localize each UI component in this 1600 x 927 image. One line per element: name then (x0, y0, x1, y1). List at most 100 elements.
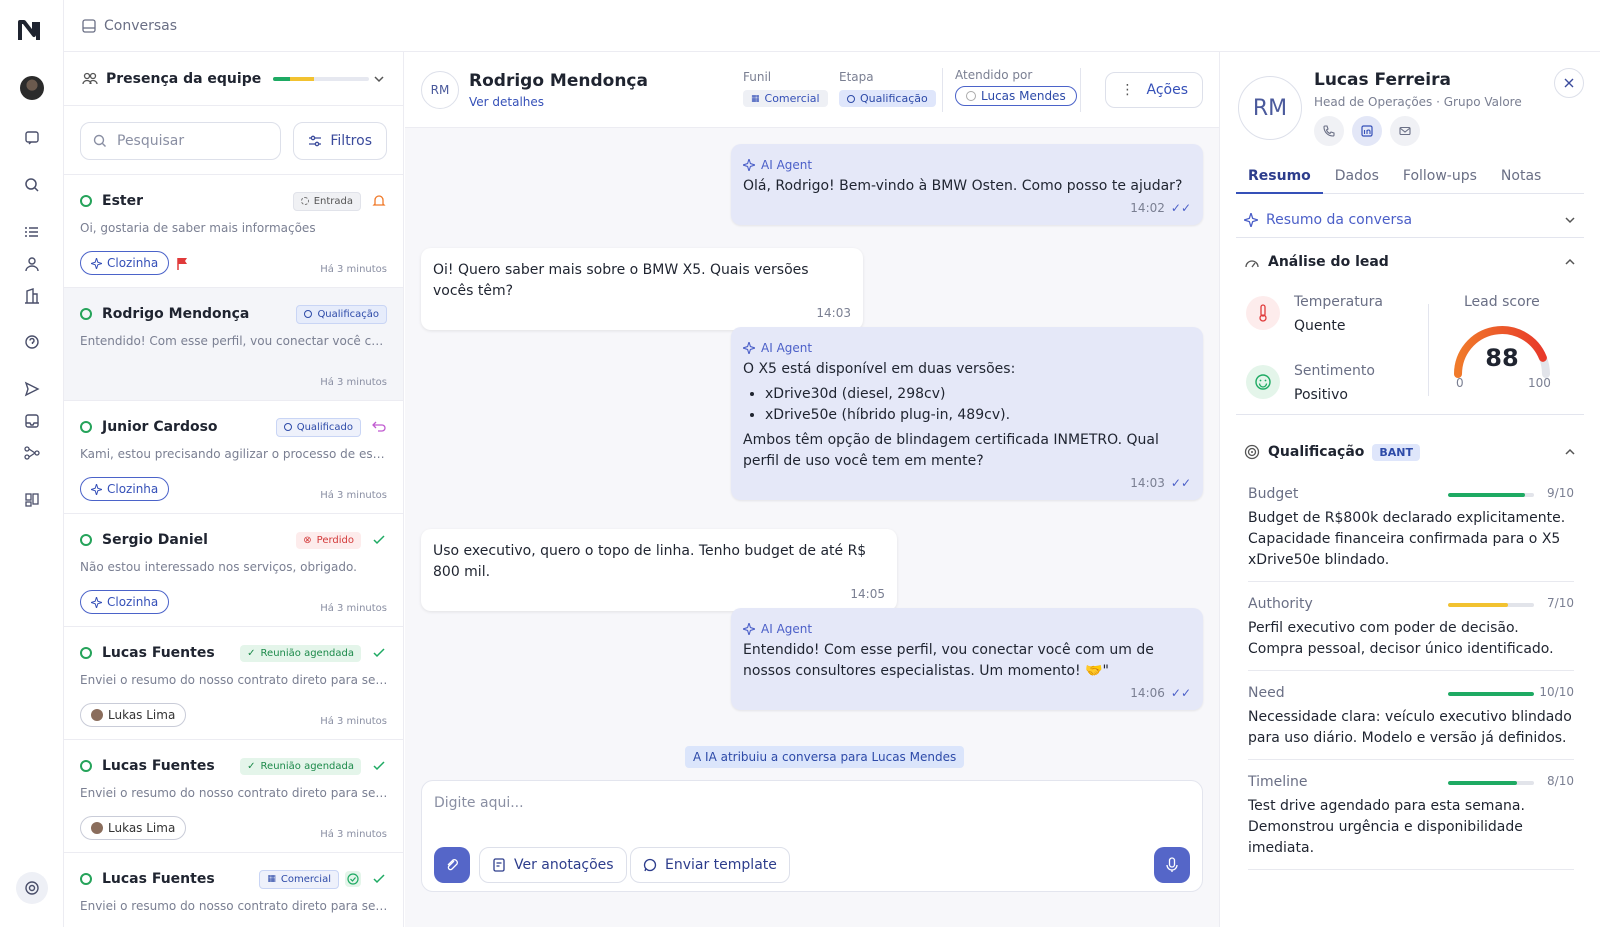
status-badge: Entrada (292, 191, 361, 211)
qualification-section-header[interactable]: Qualificação BANT (1236, 432, 1584, 472)
message-text: Uso executivo, quero o topo de linha. Te… (433, 543, 867, 580)
criterion-timeline: Timeline 8/10 Test drive agendado para e… (1248, 774, 1574, 870)
search-input[interactable]: Pesquisar (80, 122, 282, 160)
tab-follow-ups[interactable]: Follow-ups (1391, 168, 1489, 193)
flag-icon[interactable] (177, 257, 189, 270)
send-icon[interactable] (21, 378, 43, 400)
list-item: xDrive50e (híbrido plug-in, 489cv). (765, 405, 1191, 426)
check-icon[interactable] (371, 871, 387, 887)
top-bar: Conversas (64, 0, 1600, 52)
tab-dados[interactable]: Dados (1323, 168, 1391, 193)
sparkle-icon (91, 483, 102, 495)
agent-pill[interactable]: Clozinha (80, 590, 170, 614)
attended-value[interactable]: Lucas Mendes (955, 86, 1077, 106)
reply-icon[interactable] (371, 419, 387, 435)
details-link[interactable]: Ver detalhes (469, 95, 648, 109)
mic-button[interactable] (1154, 847, 1190, 883)
agent-pill[interactable]: Lukas Lima (80, 703, 187, 727)
status-badge: ✓ Reunião agendada (240, 757, 361, 775)
target-icon (1244, 444, 1260, 460)
app-root: Conversas Presença da equipe Pesquisar F… (0, 0, 1600, 927)
search-placeholder: Pesquisar (117, 133, 185, 149)
message-text: Entendido! Com esse perfil, vou conectar… (743, 642, 1154, 679)
contact-name: Sergio Daniel (102, 532, 208, 548)
check-icon[interactable] (371, 758, 387, 774)
message-composer[interactable]: Digite aqui... Ver anotações Enviar temp… (421, 780, 1203, 892)
attach-button[interactable] (434, 847, 470, 883)
brand-logo-icon[interactable] (18, 20, 44, 42)
notes-button[interactable]: Ver anotações (479, 847, 627, 883)
search-icon[interactable] (21, 174, 43, 196)
chevron-down-icon[interactable] (373, 73, 385, 85)
help-icon[interactable] (21, 331, 43, 353)
support-icon[interactable] (16, 872, 48, 904)
summary-section[interactable]: Resumo da conversa (1236, 202, 1584, 238)
building-icon[interactable] (21, 285, 43, 307)
sparkle-icon (1244, 212, 1258, 227)
list-item[interactable]: Junior Cardoso Qualificado Kami, estou p… (64, 401, 403, 514)
read-check-icon: ✓✓ (1170, 686, 1191, 700)
read-check-icon: ✓✓ (1170, 201, 1191, 215)
stage-label: Etapa (839, 70, 874, 84)
timestamp: Há 3 minutos (320, 377, 387, 388)
tab-notas[interactable]: Notas (1489, 168, 1553, 193)
message-bubble-ai: AI Agent Entendido! Com esse perfil, vou… (731, 608, 1203, 710)
list-item[interactable]: Lucas Fuentes ✓ Reunião agendada Enviei o… (64, 740, 403, 853)
team-icon (82, 72, 98, 84)
inbox-icon[interactable] (21, 410, 43, 432)
tab-resumo[interactable]: Resumo (1236, 168, 1323, 194)
contact-name: Ester (102, 193, 143, 209)
linkedin-icon[interactable] (1352, 116, 1382, 146)
message-text: Ambos têm opção de blindagem certificada… (743, 432, 1159, 469)
timestamp: Há 3 minutos (320, 264, 387, 275)
timestamp: Há 3 minutos (320, 829, 387, 840)
stage-field: Etapa Qualificação (839, 70, 936, 107)
agent-pill[interactable]: Clozinha (80, 477, 170, 501)
list-item[interactable]: Ester Entrada Oi, gostaria de saber mais… (64, 175, 403, 288)
list-item[interactable]: Lucas Fuentes ▦ Comercial Enviei o resumo… (64, 853, 403, 927)
stage-value[interactable]: Qualificação (839, 90, 936, 107)
whatsapp-icon (80, 195, 92, 207)
contacts-icon[interactable] (21, 253, 43, 275)
funnel-value[interactable]: ▦ Comercial (743, 90, 828, 107)
actions-button[interactable]: ⋮ Ações (1105, 72, 1203, 108)
contact-name: Junior Cardoso (102, 419, 218, 435)
check-icon[interactable] (371, 532, 387, 548)
sparkle-icon (91, 257, 102, 269)
list-icon[interactable] (21, 221, 43, 243)
list-item[interactable]: Rodrigo Mendonça Qualificação Entendido!… (64, 288, 403, 401)
read-check-icon: ✓✓ (1170, 476, 1191, 490)
bell-icon[interactable] (371, 193, 387, 209)
filters-label: Filtros (330, 133, 372, 149)
contact-name: Lucas Fuentes (102, 758, 215, 774)
list-item[interactable]: Lucas Fuentes ✓ Reunião agendada Enviei o… (64, 627, 403, 740)
flow-icon[interactable] (21, 442, 43, 464)
close-icon[interactable] (1554, 68, 1584, 98)
chevron-up-icon (1565, 258, 1575, 265)
paperclip-icon (447, 859, 458, 871)
phone-icon[interactable] (1314, 116, 1344, 146)
user-avatar[interactable] (20, 76, 44, 100)
agent-pill[interactable]: Clozinha (80, 251, 170, 275)
whatsapp-icon (80, 308, 92, 320)
template-button[interactable]: Enviar template (630, 847, 790, 883)
message-preview: Enviei o resumo do nosso contrato direto… (80, 899, 388, 913)
filters-button[interactable]: Filtros (293, 122, 387, 160)
analysis-section-header[interactable]: Análise do lead (1236, 240, 1584, 284)
agent-pill[interactable]: Lukas Lima (80, 816, 187, 840)
page-title: Conversas (104, 17, 178, 34)
check-circle-icon[interactable] (345, 871, 361, 887)
chat-icon[interactable] (21, 127, 43, 149)
presence-label: Presença da equipe (106, 70, 262, 87)
contact-avatar[interactable]: RM (421, 70, 459, 109)
contact-name: Rodrigo Mendonça (102, 306, 250, 322)
team-presence[interactable]: Presença da equipe (64, 52, 403, 106)
whatsapp-icon (80, 760, 92, 772)
list-item[interactable]: Sergio Daniel ⊗ Perdido Não estou interes… (64, 514, 403, 627)
check-icon[interactable] (371, 645, 387, 661)
criterion-need: Need 10/10 Necessidade clara: veículo ex… (1248, 685, 1574, 760)
kanban-icon[interactable] (21, 489, 43, 511)
contact-name: Lucas Fuentes (102, 871, 215, 887)
mail-icon[interactable] (1390, 116, 1420, 146)
message-bubble-user: Uso executivo, quero o topo de linha. Te… (421, 529, 897, 611)
